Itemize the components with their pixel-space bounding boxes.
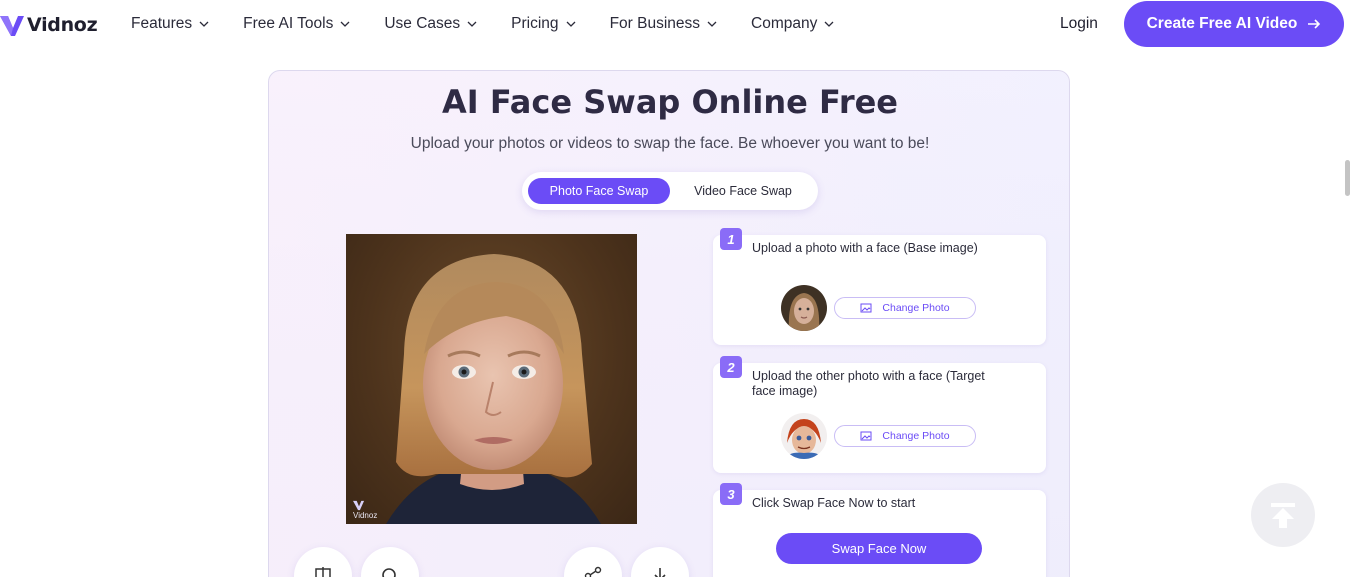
- download-icon: [654, 568, 666, 577]
- step-1-number: 1: [720, 228, 742, 250]
- main-nav: Features Free AI Tools Use Cases Pricing…: [131, 15, 835, 33]
- create-free-ai-video-button[interactable]: Create Free AI Video: [1124, 1, 1344, 47]
- watermark-text: Vidnoz: [353, 511, 378, 520]
- nav-use-cases[interactable]: Use Cases: [384, 15, 478, 33]
- download-button[interactable]: [631, 547, 689, 577]
- step-1-text: Upload a photo with a face (Base image): [752, 241, 978, 255]
- change-target-photo-button[interactable]: Change Photo: [834, 425, 976, 447]
- nav-free-ai-tools-label: Free AI Tools: [243, 15, 334, 32]
- nav-free-ai-tools[interactable]: Free AI Tools: [243, 15, 351, 33]
- back-to-top-button[interactable]: [1251, 483, 1315, 547]
- chevron-down-icon: [467, 21, 477, 27]
- login-link[interactable]: Login: [1060, 15, 1098, 33]
- face-photo: [386, 254, 601, 524]
- step-2-text: Upload the other photo with a face (Targ…: [752, 369, 985, 398]
- chevron-down-icon: [707, 21, 717, 27]
- compare-button[interactable]: [294, 547, 352, 577]
- step-3-text: Click Swap Face Now to start: [752, 496, 916, 510]
- target-face-thumbnail[interactable]: [781, 413, 827, 459]
- vidnoz-logo-icon: [0, 16, 24, 36]
- nav-pricing[interactable]: Pricing: [511, 15, 576, 33]
- page-title: AI Face Swap Online Free: [442, 83, 898, 121]
- nav-company[interactable]: Company: [751, 15, 835, 33]
- nav-pricing-label: Pricing: [511, 15, 559, 32]
- change-base-photo-label: Change Photo: [882, 302, 950, 314]
- swap-face-now-button[interactable]: Swap Face Now: [776, 533, 982, 564]
- chevron-down-icon: [199, 21, 209, 27]
- base-face-thumb: [781, 285, 827, 331]
- nav-company-label: Company: [751, 15, 818, 32]
- step-3-number: 3: [720, 483, 742, 505]
- change-base-photo-button[interactable]: Change Photo: [834, 297, 976, 319]
- image-icon: [860, 303, 872, 313]
- step-2-number: 2: [720, 356, 742, 378]
- chevron-down-icon: [566, 21, 576, 27]
- result-preview-image: Vidnoz: [346, 234, 637, 524]
- zoom-icon: [382, 568, 396, 577]
- share-button[interactable]: [564, 547, 622, 577]
- face-swap-panel: AI Face Swap Online Free Upload your pho…: [268, 70, 1070, 577]
- site-header: Vidnoz Features Free AI Tools Use Cases …: [0, 0, 1352, 50]
- compare-icon: [315, 567, 331, 577]
- nav-for-business[interactable]: For Business: [610, 15, 718, 33]
- change-target-photo-label: Change Photo: [882, 430, 950, 442]
- cta-label: Create Free AI Video: [1146, 15, 1298, 32]
- chevron-down-icon: [824, 21, 834, 27]
- image-icon: [860, 431, 872, 441]
- arrow-right-icon: [1308, 19, 1321, 29]
- zoom-button[interactable]: [361, 547, 419, 577]
- swap-mode-tabs: Photo Face Swap Video Face Swap: [522, 172, 818, 210]
- step-3-card: 3 Click Swap Face Now to start Swap Face…: [713, 483, 1046, 577]
- base-image-thumbnail[interactable]: [781, 285, 827, 331]
- tab-photo-face-swap[interactable]: Photo Face Swap: [528, 178, 670, 204]
- arrow-up-icon: [1271, 503, 1295, 528]
- target-face-thumb: [781, 413, 827, 459]
- logo-text: Vidnoz: [27, 14, 98, 36]
- vidnoz-watermark: Vidnoz: [353, 499, 377, 520]
- step-1-card: 1 Upload a photo with a face (Base image…: [713, 228, 1046, 345]
- page-subtitle: Upload your photos or videos to swap the…: [410, 135, 930, 152]
- nav-for-business-label: For Business: [609, 15, 701, 32]
- nav-features[interactable]: Features: [131, 15, 210, 33]
- tab-video-face-swap[interactable]: Video Face Swap: [674, 178, 812, 204]
- vidnoz-logo[interactable]: Vidnoz: [0, 10, 98, 40]
- chevron-down-icon: [340, 21, 350, 27]
- nav-features-label: Features: [131, 15, 193, 32]
- step-2-card: 2 Upload the other photo with a face (Ta…: [713, 356, 1046, 473]
- vidnoz-logo-icon: [353, 500, 365, 511]
- page-scrollbar-thumb[interactable]: [1345, 160, 1350, 196]
- share-icon: [584, 566, 602, 577]
- nav-use-cases-label: Use Cases: [384, 15, 461, 32]
